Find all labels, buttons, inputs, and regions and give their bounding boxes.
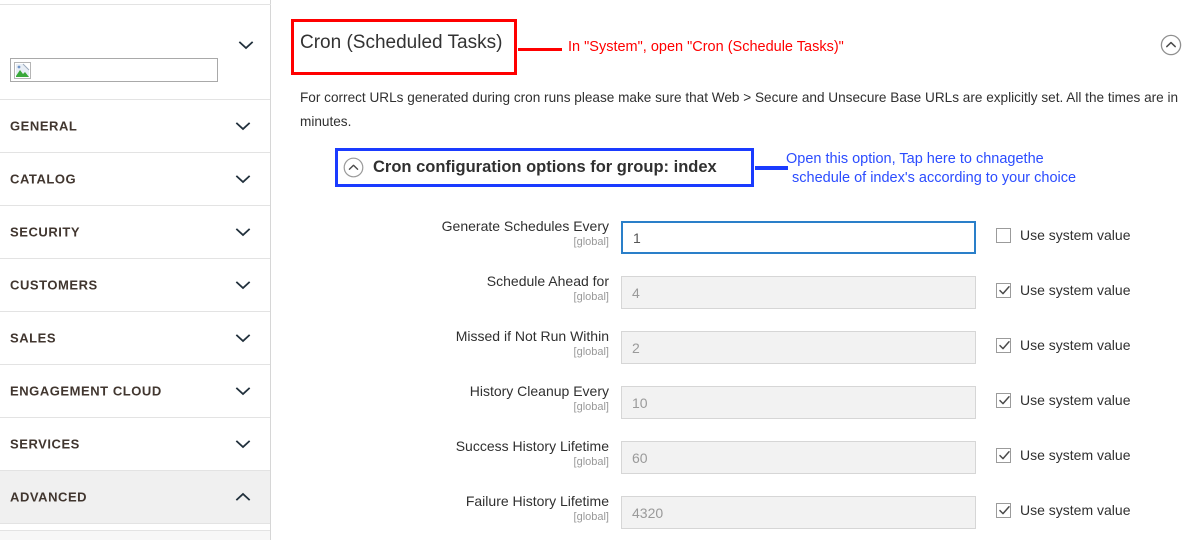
sidebar-item-label: ADVANCED [10, 489, 88, 505]
red-callout-line [518, 48, 562, 51]
sidebar-item-label: SALES [10, 330, 57, 346]
field-scope-label: [global] [573, 346, 609, 358]
use-system-value-checkbox[interactable] [996, 227, 1011, 243]
field-scope-label: [global] [573, 236, 609, 248]
use-system-value-label: Use system value [1020, 337, 1131, 353]
chevron-down-icon [235, 334, 251, 343]
red-highlight-box [291, 19, 517, 75]
blue-annotation-line1: Open this option, Tap here to chnagethe [786, 151, 1044, 167]
field-input [621, 496, 976, 529]
sidebar-item-engagement-cloud[interactable]: ENGAGEMENT CLOUD [0, 365, 270, 418]
form-row: Success History Lifetime [global] Use syst… [271, 438, 1195, 474]
chevron-down-icon [235, 440, 251, 449]
collapse-all-icon[interactable] [1160, 34, 1182, 56]
sidebar-item-security[interactable]: SECURITY [0, 206, 270, 259]
field-scope-label: [global] [573, 291, 609, 303]
blue-annotation-text: Open this option, Tap here to chnagethe … [786, 150, 1076, 188]
circle-chevron-up-icon [343, 157, 364, 178]
field-input [621, 331, 976, 364]
form-row: Schedule Ahead for [global] Use system val… [271, 273, 1195, 309]
blue-callout-line [755, 166, 788, 170]
use-system-value-label: Use system value [1020, 227, 1131, 243]
blue-annotation-line2: schedule of index's according to your ch… [792, 170, 1077, 186]
chevron-down-icon [235, 228, 251, 237]
sidebar-item-label: SERVICES [10, 436, 80, 452]
sidebar-item-label: SECURITY [10, 224, 81, 240]
field-input[interactable] [621, 221, 976, 254]
field-scope-label: [global] [573, 456, 609, 468]
sidebar-item-advanced[interactable]: ADVANCED [0, 471, 270, 524]
use-system-value-control[interactable]: Use system value [996, 502, 1130, 518]
sidebar-item-label: GENERAL [10, 118, 78, 134]
check-icon [999, 285, 1010, 294]
chevron-up-icon [235, 492, 251, 501]
field-label: Missed if Not Run Within [455, 328, 609, 344]
field-input [621, 386, 976, 419]
field-label: Generate Schedules Every [441, 218, 609, 234]
sidebar-item-label: CUSTOMERS [10, 277, 98, 293]
chevron-down-icon [235, 281, 251, 290]
use-system-value-label: Use system value [1020, 447, 1131, 463]
intro-description: For correct URLs generated during cron r… [300, 90, 1179, 129]
chevron-down-icon [235, 122, 251, 131]
use-system-value-control[interactable]: Use system value [996, 447, 1130, 463]
broken-image-icon [14, 62, 31, 79]
sidebar-item-general[interactable]: GENERAL [0, 100, 270, 153]
form-row: Generate Schedules Every [global] Use syst… [271, 218, 1195, 254]
check-icon [999, 340, 1010, 349]
sidebar-item-customers[interactable]: CUSTOMERS [0, 259, 270, 312]
sidebar-item-catalog[interactable]: CATALOG [0, 153, 270, 206]
main-content: Cron (Scheduled Tasks) In "System", open… [271, 0, 1195, 540]
field-input [621, 441, 976, 474]
use-system-value-control[interactable]: Use system value [996, 227, 1130, 243]
check-icon [999, 395, 1010, 404]
red-annotation-text: In "System", open "Cron (Schedule Tasks)… [568, 39, 844, 55]
use-system-value-label: Use system value [1020, 502, 1131, 518]
use-system-value-label: Use system value [1020, 282, 1131, 298]
sidebar-item-sales[interactable]: SALES [0, 312, 270, 365]
check-icon [999, 450, 1010, 459]
sidebar-logo-box [10, 58, 218, 82]
use-system-value-checkbox[interactable] [996, 392, 1011, 408]
field-label: Success History Lifetime [455, 438, 609, 454]
use-system-value-checkbox[interactable] [996, 502, 1011, 518]
sidebar-item-label: ENGAGEMENT CLOUD [10, 383, 162, 399]
use-system-value-control[interactable]: Use system value [996, 282, 1130, 298]
field-scope-label: [global] [573, 401, 609, 413]
field-label: Schedule Ahead for [486, 273, 609, 289]
use-system-value-control[interactable]: Use system value [996, 392, 1130, 408]
config-sidebar: GENERAL CATALOG SECURITY CUSTOMERS SALES ENGA… [0, 0, 271, 540]
sidebar-item-services[interactable]: SERVICES [0, 418, 270, 471]
form-row: Failure History Lifetime [global] Use syst… [271, 493, 1195, 529]
check-icon [999, 505, 1010, 514]
use-system-value-checkbox[interactable] [996, 282, 1011, 298]
chevron-down-icon [235, 175, 251, 184]
screenshot-root: GENERAL CATALOG SECURITY CUSTOMERS SALES ENGA… [0, 0, 1195, 540]
field-input [621, 276, 976, 309]
field-label: History Cleanup Every [469, 383, 609, 399]
field-label: Failure History Lifetime [465, 493, 609, 509]
use-system-value-checkbox[interactable] [996, 337, 1011, 353]
field-scope-label: [global] [573, 511, 609, 523]
form-row: Missed if Not Run Within [global] Use syst… [271, 328, 1195, 364]
cron-group-header[interactable]: Cron configuration options for group: in… [343, 152, 746, 183]
sidebar-item-label: CATALOG [10, 171, 77, 187]
chevron-down-icon[interactable] [236, 38, 256, 52]
use-system-value-control[interactable]: Use system value [996, 337, 1130, 353]
use-system-value-label: Use system value [1020, 392, 1131, 408]
cron-group-title: Cron configuration options for group: in… [373, 158, 717, 176]
chevron-down-icon [235, 387, 251, 396]
form-row: History Cleanup Every [global] Use system … [271, 383, 1195, 419]
use-system-value-checkbox[interactable] [996, 447, 1011, 463]
sidebar-logo-panel [0, 5, 270, 100]
sidebar-bottom-strip [0, 530, 270, 540]
